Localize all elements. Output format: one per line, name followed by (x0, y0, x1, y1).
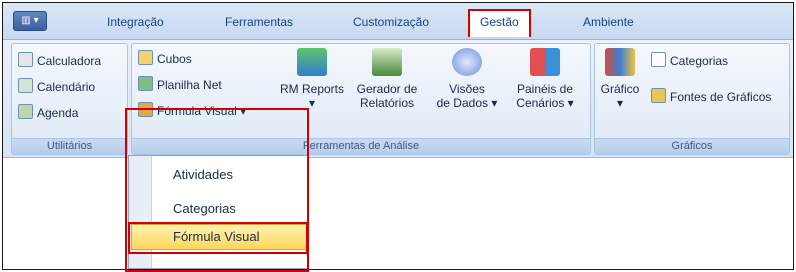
line-chart-icon (651, 52, 666, 67)
agenda-label: Agenda (37, 106, 79, 120)
dashboard-icon (530, 48, 560, 76)
rm-reports-button[interactable]: RM Reports ▾ (276, 48, 348, 110)
tab-ambiente[interactable]: Ambiente (583, 15, 634, 29)
flowchart-icon (138, 102, 153, 117)
agenda-icon (18, 104, 33, 119)
cubos-label: Cubos (157, 52, 192, 66)
app-window: ▥ ▾ Integração Ferramentas Customização … (2, 2, 794, 270)
formula-visual-dropdown: Atividades Categorias Fórmula Visual (128, 155, 308, 269)
report-generator-icon (372, 48, 402, 76)
application-menu-button[interactable]: ▥ ▾ (13, 11, 47, 31)
paineis-cenarios-button[interactable]: Painéis de Cenários ▾ (506, 48, 584, 110)
menu-item-categorias[interactable]: Categorias (173, 201, 236, 216)
fontes-graficos-button[interactable]: Fontes de Gráficos (651, 88, 771, 106)
categorias-label: Categorias (670, 54, 729, 68)
paineis-cenarios-label: Painéis de Cenários ▾ (516, 82, 574, 110)
tab-integracao[interactable]: Integração (107, 15, 164, 29)
calculadora-label: Calculadora (37, 54, 102, 68)
ribbon-body: Calculadora Calendário Agenda Utilitário… (3, 40, 793, 158)
group-label-utilitarios: Utilitários (12, 138, 127, 154)
menu-gutter (129, 156, 152, 268)
group-utilitarios: Calculadora Calendário Agenda Utilitário… (11, 43, 128, 155)
agenda-button[interactable]: Agenda (18, 104, 78, 122)
group-label-graficos: Gráficos (595, 138, 789, 154)
grafico-label: Gráfico ▾ (600, 82, 640, 110)
ribbon-tab-bar: ▥ ▾ Integração Ferramentas Customização … (3, 3, 793, 40)
planilha-net-label: Planilha Net (157, 78, 222, 92)
rm-reports-label: RM Reports ▾ (279, 82, 344, 110)
tab-customizacao[interactable]: Customização (353, 15, 429, 29)
planilha-net-button[interactable]: Planilha Net (138, 76, 222, 94)
tab-gestao[interactable]: Gestão (468, 9, 531, 37)
calculator-icon (18, 52, 33, 67)
spreadsheet-icon (138, 76, 153, 91)
gerador-relatorios-label: Gerador de Relatórios (356, 82, 418, 110)
categorias-button[interactable]: Categorias (651, 52, 728, 70)
calendario-label: Calendário (37, 80, 96, 94)
formula-visual-label: Fórmula Visual ▾ (157, 104, 247, 118)
grafico-button[interactable]: Gráfico ▾ (597, 48, 643, 110)
calendario-button[interactable]: Calendário (18, 78, 95, 96)
cubos-button[interactable]: Cubos (138, 50, 192, 68)
chart-source-icon (651, 88, 666, 103)
sql-icon (452, 48, 482, 76)
cube-icon (138, 50, 153, 65)
visoes-dados-label: Visões de Dados ▾ (436, 82, 498, 110)
group-label-ferramentas-analise: Ferramentas de Análise (132, 138, 590, 154)
calculadora-button[interactable]: Calculadora (18, 52, 101, 70)
formula-visual-button[interactable]: Fórmula Visual ▾ (138, 102, 246, 120)
menu-item-atividades[interactable]: Atividades (173, 167, 233, 182)
group-graficos: Gráfico ▾ Categorias Fontes de Gráficos … (594, 43, 790, 155)
fontes-graficos-label: Fontes de Gráficos (670, 90, 772, 104)
calendar-icon (18, 78, 33, 93)
visoes-dados-button[interactable]: Visões de Dados ▾ (432, 48, 502, 110)
menu-item-formula-visual[interactable]: Fórmula Visual (173, 229, 259, 244)
report-icon (297, 48, 327, 76)
chart-icon (605, 48, 635, 76)
group-ferramentas-analise: Cubos Planilha Net Fórmula Visual ▾ RM R… (131, 43, 591, 155)
gerador-relatorios-button[interactable]: Gerador de Relatórios (348, 48, 426, 110)
tab-ferramentas[interactable]: Ferramentas (225, 15, 293, 29)
